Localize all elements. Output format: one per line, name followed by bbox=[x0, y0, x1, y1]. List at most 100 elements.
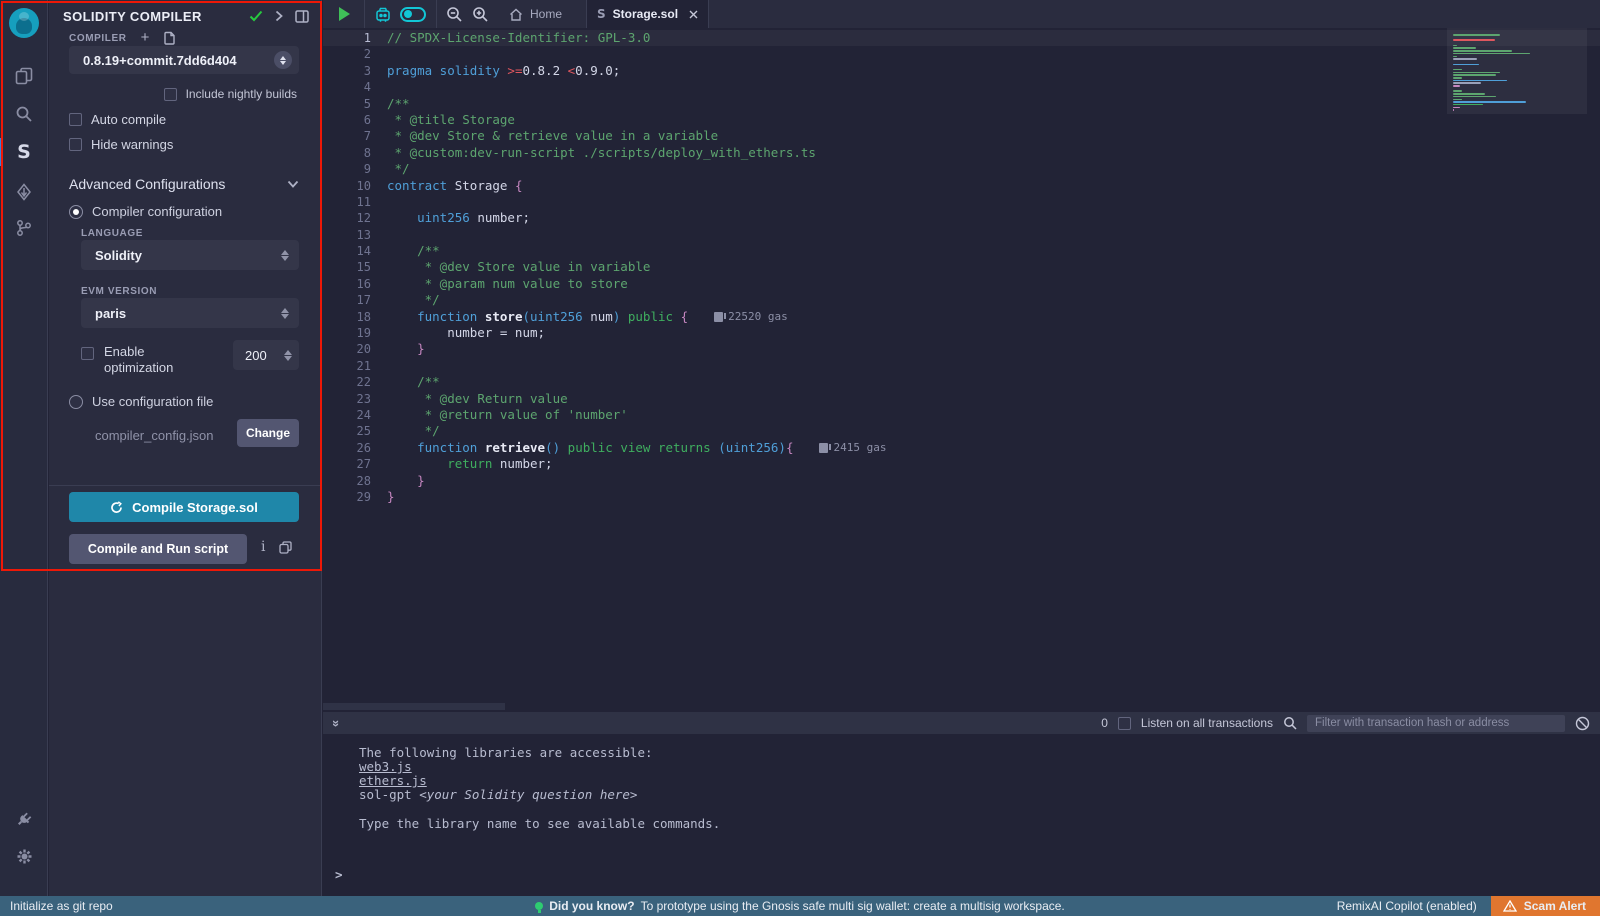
code-line[interactable]: 22 /** bbox=[323, 374, 1600, 390]
icon-sidebar: S bbox=[0, 0, 48, 896]
listen-all-transactions-checkbox[interactable] bbox=[1118, 717, 1131, 730]
refresh-icon bbox=[110, 501, 123, 514]
change-config-button[interactable]: Change bbox=[237, 419, 299, 447]
code-line[interactable]: 25 */ bbox=[323, 423, 1600, 439]
info-icon[interactable]: i bbox=[261, 539, 265, 555]
line-number: 15 bbox=[323, 259, 371, 275]
advanced-configurations-header[interactable]: Advanced Configurations bbox=[69, 176, 299, 192]
code-line[interactable]: 4 bbox=[323, 79, 1600, 95]
runs-updown-icon bbox=[284, 350, 292, 361]
code-line[interactable]: 5/** bbox=[323, 96, 1600, 112]
code-line[interactable]: 1// SPDX-License-Identifier: GPL-3.0 bbox=[323, 30, 1600, 46]
expand-terminal-icon[interactable]: » bbox=[329, 719, 344, 726]
evm-version-select[interactable]: paris bbox=[81, 298, 299, 328]
code-line[interactable]: 17 */ bbox=[323, 292, 1600, 308]
code-editor[interactable]: 1// SPDX-License-Identifier: GPL-3.023pr… bbox=[323, 28, 1600, 712]
copilot-status[interactable]: RemixAI Copilot (enabled) bbox=[1337, 899, 1477, 913]
optimization-runs-input[interactable]: 200 bbox=[233, 340, 299, 370]
zoom-in-icon[interactable] bbox=[472, 6, 489, 23]
sidebar-item-solidity-compiler[interactable]: S bbox=[0, 134, 48, 170]
library-link[interactable]: ethers.js bbox=[359, 773, 427, 788]
code-line[interactable]: 19 number = num; bbox=[323, 325, 1600, 341]
hide-warnings-checkbox[interactable] bbox=[69, 138, 82, 151]
transaction-count: 0 bbox=[1101, 716, 1108, 730]
horizontal-scrollbar-thumb[interactable] bbox=[323, 703, 505, 710]
line-number: 17 bbox=[323, 292, 371, 308]
file-explorer-icon bbox=[15, 67, 33, 85]
sidebar-item-deploy-run[interactable] bbox=[0, 174, 48, 210]
copy-icon[interactable] bbox=[279, 541, 292, 554]
code-line[interactable]: 12 uint256 number; bbox=[323, 210, 1600, 226]
run-script-play-button[interactable] bbox=[339, 7, 350, 21]
auto-compile-checkbox[interactable] bbox=[69, 113, 82, 126]
include-nightly-checkbox[interactable] bbox=[164, 88, 177, 101]
open-compiler-file-icon[interactable] bbox=[163, 31, 176, 45]
code-line[interactable]: 18 function store(uint256 num) public {2… bbox=[323, 309, 1600, 325]
ai-assistant-robot-icon[interactable] bbox=[374, 6, 392, 23]
git-init-status[interactable]: Initialize as git repo bbox=[0, 899, 113, 913]
enable-optimization-checkbox[interactable] bbox=[81, 347, 94, 360]
code-line[interactable]: 20 } bbox=[323, 341, 1600, 357]
clear-console-icon[interactable] bbox=[1575, 716, 1590, 731]
compile-run-script-button[interactable]: Compile and Run script bbox=[69, 534, 247, 564]
line-number: 5 bbox=[323, 96, 371, 112]
code-line[interactable]: 16 * @param num value to store bbox=[323, 276, 1600, 292]
minimap-code bbox=[1453, 34, 1545, 112]
code-line[interactable]: 23 * @dev Return value bbox=[323, 391, 1600, 407]
line-number: 18 bbox=[323, 309, 371, 325]
listen-all-transactions-label: Listen on all transactions bbox=[1141, 716, 1273, 730]
search-icon bbox=[15, 105, 33, 123]
sidebar-item-plugin-manager[interactable] bbox=[0, 800, 48, 836]
sidebar-item-git[interactable] bbox=[0, 210, 48, 246]
code-line[interactable]: 24 * @return value of 'number' bbox=[323, 407, 1600, 423]
sidebar-item-search[interactable] bbox=[0, 96, 48, 132]
use-configuration-radio-row: Use configuration file bbox=[69, 394, 213, 409]
chevron-right-icon[interactable] bbox=[275, 10, 283, 22]
code-line[interactable]: 3pragma solidity >=0.8.2 <0.9.0; bbox=[323, 63, 1600, 79]
code-line[interactable]: 27 return number; bbox=[323, 456, 1600, 472]
code-line[interactable]: 13 bbox=[323, 227, 1600, 243]
terminal-search-icon[interactable] bbox=[1283, 716, 1297, 730]
line-number: 21 bbox=[323, 358, 371, 374]
code-line[interactable]: 6 * @title Storage bbox=[323, 112, 1600, 128]
compile-button[interactable]: Compile Storage.sol bbox=[69, 492, 299, 522]
pin-panel-icon[interactable] bbox=[295, 10, 309, 23]
minimap[interactable] bbox=[1447, 28, 1587, 704]
library-link[interactable]: web3.js bbox=[359, 759, 412, 774]
code-line[interactable]: 29} bbox=[323, 489, 1600, 505]
code-line[interactable]: 9 */ bbox=[323, 161, 1600, 177]
code-line[interactable]: 15 * @dev Store value in variable bbox=[323, 259, 1600, 275]
compiler-label: COMPILER bbox=[69, 33, 127, 44]
copilot-toggle[interactable] bbox=[400, 7, 426, 22]
code-line[interactable]: 14 /** bbox=[323, 243, 1600, 259]
code-line[interactable]: 21 bbox=[323, 358, 1600, 374]
line-number: 3 bbox=[323, 63, 371, 79]
transaction-filter-input[interactable] bbox=[1307, 715, 1565, 732]
language-select[interactable]: Solidity bbox=[81, 240, 299, 270]
terminal-body[interactable]: The following libraries are accessible: … bbox=[323, 734, 1600, 896]
tab-home[interactable]: Home bbox=[499, 0, 572, 28]
compiler-configuration-radio[interactable] bbox=[69, 205, 83, 219]
code-line[interactable]: 8 * @custom:dev-run-script ./scripts/dep… bbox=[323, 145, 1600, 161]
zoom-out-icon[interactable] bbox=[446, 6, 463, 23]
remix-logo[interactable] bbox=[0, 6, 48, 40]
sidebar-item-settings[interactable] bbox=[0, 838, 48, 874]
close-tab-icon[interactable] bbox=[689, 10, 698, 19]
add-compiler-icon[interactable]: + bbox=[141, 33, 150, 43]
code-line[interactable]: 28 } bbox=[323, 473, 1600, 489]
code-lines: 1// SPDX-License-Identifier: GPL-3.023pr… bbox=[323, 30, 1600, 505]
scam-alert-badge[interactable]: Scam Alert bbox=[1491, 896, 1600, 916]
code-line[interactable]: 10contract Storage { bbox=[323, 178, 1600, 194]
compiler-version-select[interactable]: 0.8.19+commit.7dd6d404 bbox=[69, 46, 299, 74]
use-configuration-radio[interactable] bbox=[69, 395, 83, 409]
sidebar-item-file-explorer[interactable] bbox=[0, 58, 48, 94]
evm-version-value: paris bbox=[81, 306, 281, 321]
hide-warnings-row: Hide warnings bbox=[69, 137, 173, 152]
tab-storage-sol[interactable]: S Storage.sol bbox=[586, 0, 709, 28]
code-line[interactable]: 7 * @dev Store & retrieve value in a var… bbox=[323, 128, 1600, 144]
code-line[interactable]: 2 bbox=[323, 46, 1600, 62]
code-line[interactable]: 11 bbox=[323, 194, 1600, 210]
include-nightly-label: Include nightly builds bbox=[186, 87, 297, 101]
code-line[interactable]: 26 function retrieve() public view retur… bbox=[323, 440, 1600, 456]
terminal-prompt[interactable]: > bbox=[335, 867, 343, 882]
